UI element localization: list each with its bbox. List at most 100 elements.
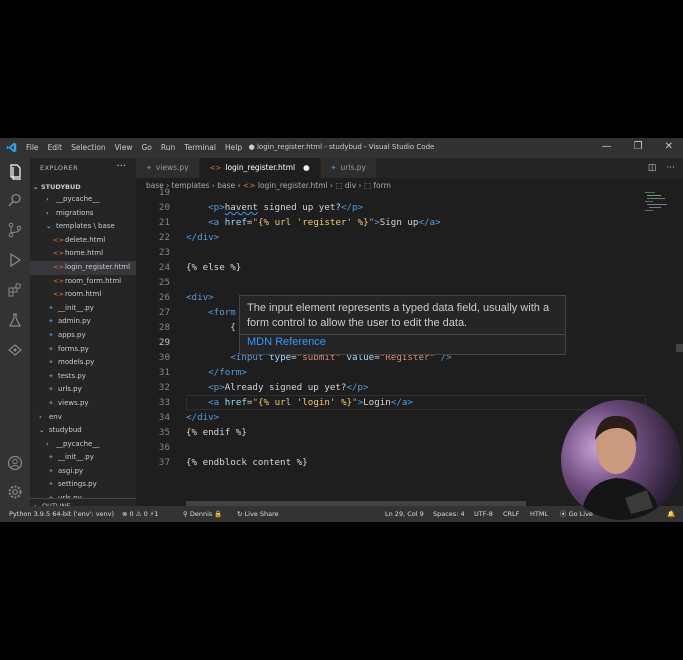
folder-item[interactable]: › env (30, 411, 136, 425)
file-item[interactable]: ✦ asgi.py (30, 465, 136, 479)
python-file-icon: ✦ (48, 371, 54, 380)
code-line[interactable]: 31 </form> (136, 365, 636, 380)
python-interpreter[interactable]: Python 3.9.5 64-bit ('env': venv) (9, 506, 114, 522)
file-item[interactable]: ✦ urls.py (30, 383, 136, 397)
line-ending[interactable]: CRLF (503, 506, 519, 522)
code-line[interactable]: 22 </div> (136, 230, 636, 245)
code-line[interactable]: 23 (136, 245, 636, 260)
file-item[interactable]: ✦ __init__.py (30, 451, 136, 465)
file-item[interactable]: ✦ __init__.py (30, 302, 136, 316)
code-line[interactable]: 19 (136, 185, 636, 200)
code-line[interactable]: 24 {% else %} (136, 260, 636, 275)
line-number: 26 (158, 292, 170, 303)
hover-description: The input element represents a typed dat… (247, 302, 550, 329)
file-item[interactable]: ✦ forms.py (30, 343, 136, 357)
problems-indicator[interactable]: ⊗ 0 ⚠ 0 ⚡1 (122, 506, 159, 522)
line-number: 19 (158, 187, 170, 198)
run-debug-icon[interactable] (7, 252, 23, 268)
html-file-icon: <> (53, 235, 64, 244)
tree-item-label: models.py (58, 358, 95, 367)
divider (240, 334, 565, 335)
extensions-icon[interactable] (7, 282, 23, 298)
file-item[interactable]: ✦ apps.py (30, 329, 136, 343)
source-control-icon[interactable] (7, 222, 23, 238)
python-file-icon: ✦ (48, 358, 54, 367)
file-item[interactable]: <>home.html (30, 247, 136, 261)
folder-item[interactable]: › migrations (30, 207, 136, 221)
tree-item-label: room_form.html (65, 276, 122, 285)
more-actions-icon[interactable]: ··· (666, 163, 675, 173)
cursor-position[interactable]: Ln 29, Col 9 (385, 506, 424, 522)
html-file-icon: <> (53, 262, 64, 271)
file-item[interactable]: ✦ admin.py (30, 315, 136, 329)
tree-item-label: asgi.py (58, 466, 84, 475)
code-text: {% endblock content %} (186, 457, 308, 468)
search-icon[interactable] (7, 192, 23, 208)
settings-gear-icon[interactable] (7, 484, 23, 500)
tree-item-label: migrations (56, 208, 94, 217)
code-text: </div> (186, 232, 220, 243)
file-item[interactable]: ✦ models.py (30, 356, 136, 370)
code-text: { (230, 322, 236, 333)
remote-explorer-icon[interactable] (7, 342, 23, 358)
minimize-icon[interactable]: — (602, 141, 612, 152)
testing-flask-icon[interactable] (7, 312, 23, 328)
account-icon[interactable] (7, 455, 23, 471)
line-number: 22 (158, 232, 170, 243)
live-share-button[interactable]: ↻ Live Share (237, 506, 279, 522)
code-line[interactable]: 34 </div> (136, 410, 636, 425)
code-text: {% endif %} (186, 427, 247, 438)
tree-item-label: apps.py (58, 330, 86, 339)
code-line[interactable]: 32 <p>Already signed up yet?</p> (136, 380, 636, 395)
window-controls: — ❐ ✕ (602, 141, 673, 152)
code-line[interactable]: 25 (136, 275, 636, 290)
file-item[interactable]: ✦ settings.py (30, 478, 136, 492)
code-text: {% else %} (186, 262, 242, 273)
html-file-icon: <> (209, 164, 222, 172)
html-file-icon: <> (53, 290, 64, 299)
line-number: 34 (158, 412, 170, 423)
encoding[interactable]: UTF-8 (474, 506, 493, 522)
restore-icon[interactable]: ❐ (634, 141, 643, 152)
language-mode[interactable]: HTML (530, 506, 548, 522)
tab-login-register-html[interactable]: <> login_register.html ● (199, 158, 321, 178)
folder-item[interactable]: › __pycache__ (30, 438, 136, 452)
tree-item-label: admin.py (58, 317, 91, 326)
unsaved-dot-icon[interactable]: ● (303, 163, 310, 172)
close-icon[interactable]: ✕ (665, 141, 673, 152)
tab-actions: ◫ ··· (648, 163, 675, 173)
python-file-icon: ✦ (48, 398, 54, 407)
notifications-bell-icon[interactable]: 🔔 (667, 506, 675, 522)
code-line[interactable]: 20 <p>havent signed up yet?</p> (136, 200, 636, 215)
file-item[interactable]: ✦ tests.py (30, 370, 136, 384)
split-editor-icon[interactable]: ◫ (648, 163, 657, 173)
more-actions-icon[interactable]: ··· (116, 161, 126, 172)
line-number: 33 (158, 397, 170, 408)
window-title: ● login_register.html - studybud - Visua… (248, 143, 435, 151)
tab-urls-py[interactable]: ✦ urls.py (320, 158, 377, 178)
minimap[interactable] (645, 190, 675, 220)
python-file-icon: ✦ (48, 453, 54, 462)
file-item[interactable]: <>login_register.html (30, 260, 136, 275)
code-line[interactable]: 33 <a href="{% url 'login' %}">Login</a> (136, 395, 636, 410)
line-number: 20 (158, 202, 170, 213)
file-item[interactable]: <>room.html (30, 288, 136, 302)
file-item[interactable]: ✦ views.py (30, 397, 136, 411)
mdn-reference-link[interactable]: MDN Reference (247, 336, 326, 348)
vertical-scrollbar[interactable] (676, 344, 683, 352)
indentation[interactable]: Spaces: 4 (433, 506, 465, 522)
code-text: <p>Already signed up yet?</p> (208, 382, 369, 393)
file-item[interactable]: <>room_form.html (30, 275, 136, 289)
code-line[interactable]: 21 <a href="{% url 'register' %}">Sign u… (136, 215, 636, 230)
code-line[interactable]: 35 {% endif %} (136, 425, 636, 440)
folder-item[interactable]: ⌄ templates \ base (30, 220, 136, 234)
live-share-icon: ↻ (237, 510, 245, 518)
folder-item[interactable]: ⌄ studybud (30, 424, 136, 438)
live-share-user[interactable]: ⚲ Dennis 🔒 (183, 506, 222, 522)
file-item[interactable]: <>delete.html (30, 234, 136, 248)
explorer-files-icon[interactable] (7, 164, 23, 180)
webcam-overlay (561, 400, 681, 520)
folder-item[interactable]: › __pycache__ (30, 193, 136, 207)
tab-views-py[interactable]: ✦ views.py (136, 158, 200, 178)
tree-item-label: studybud (49, 426, 82, 435)
